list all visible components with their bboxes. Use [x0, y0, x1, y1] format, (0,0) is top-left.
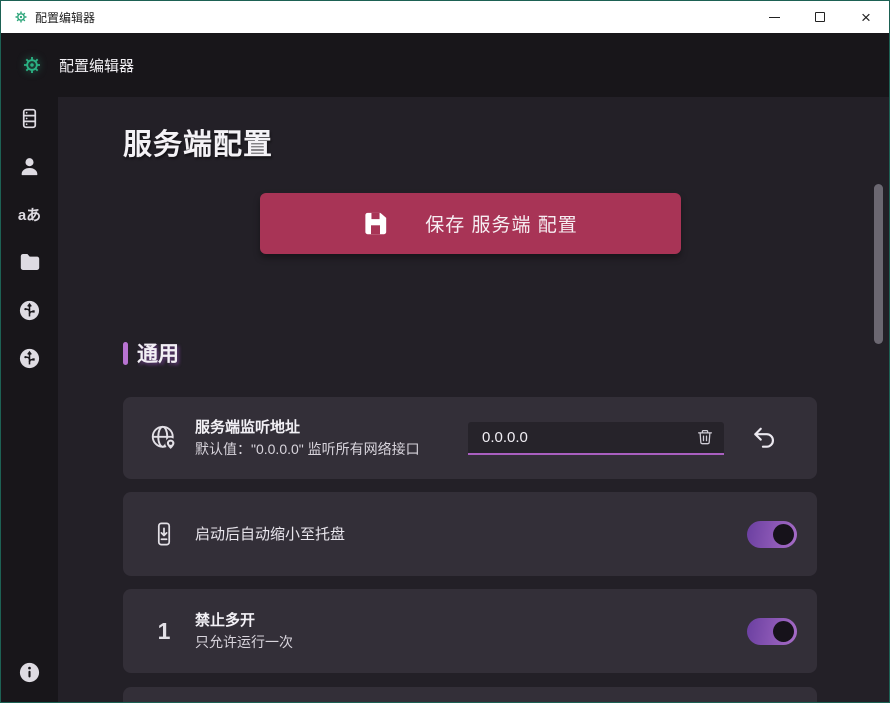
- window-title: 配置编辑器: [35, 9, 95, 26]
- listen-address-input[interactable]: [482, 429, 688, 446]
- globe-location-icon: [147, 423, 181, 453]
- setting-title: 禁止多开: [195, 610, 747, 631]
- toggle-knob: [773, 621, 794, 642]
- scrollbar-thumb[interactable]: [874, 184, 883, 344]
- info-icon: [18, 661, 41, 684]
- user-icon: [18, 155, 41, 178]
- setting-description: 默认值："0.0.0.0" 监听所有网络接口: [195, 439, 468, 459]
- sidebar-item-language[interactable]: aあ: [15, 200, 45, 228]
- app-gear-icon: [13, 10, 28, 25]
- minimize-to-tray-toggle[interactable]: [747, 521, 797, 548]
- clear-input-button[interactable]: [696, 428, 714, 446]
- listen-address-input-group: [468, 422, 724, 455]
- settings-list: 服务端监听地址 默认值："0.0.0.0" 监听所有网络接口: [123, 397, 817, 702]
- header-title: 配置编辑器: [59, 55, 134, 76]
- maximize-button[interactable]: [797, 1, 843, 33]
- sidebar-item-usb-2[interactable]: [15, 344, 45, 372]
- sidebar-item-folder[interactable]: [15, 248, 45, 276]
- setting-card-partial: [123, 687, 817, 702]
- usb-icon: [18, 299, 41, 322]
- close-button[interactable]: ×: [843, 1, 889, 33]
- sidebar: aあ: [1, 97, 58, 702]
- window-controls: ×: [751, 1, 889, 33]
- section-title: 通用: [137, 338, 179, 368]
- setting-description: 只允许运行一次: [195, 632, 747, 652]
- server-icon: [18, 107, 41, 130]
- save-floppy-icon: [362, 210, 389, 237]
- page-title: 服务端配置: [123, 130, 817, 160]
- about-button[interactable]: [15, 658, 45, 686]
- toggle-knob: [773, 524, 794, 545]
- minimize-icon: [769, 17, 780, 18]
- one-icon: 1: [147, 618, 181, 645]
- maximize-icon: [815, 12, 825, 22]
- minimize-button[interactable]: [751, 1, 797, 33]
- minimize-to-tray-icon: [147, 521, 181, 547]
- setting-card-single-instance: 1 禁止多开 只允许运行一次: [123, 589, 817, 673]
- section-general: 通用: [123, 338, 817, 368]
- section-accent-bar: [123, 342, 128, 365]
- close-icon: ×: [861, 9, 871, 26]
- single-instance-toggle[interactable]: [747, 618, 797, 645]
- folder-icon: [18, 250, 42, 274]
- titlebar: 配置编辑器 ×: [1, 1, 889, 33]
- setting-title: 服务端监听地址: [195, 417, 468, 438]
- usb-icon: [18, 347, 41, 370]
- save-button-label: 保存 服务端 配置: [425, 210, 578, 237]
- reset-default-button[interactable]: [751, 425, 777, 451]
- main-panel: 服务端配置 保存 服务端 配置 通用: [58, 97, 889, 702]
- sidebar-item-server[interactable]: [15, 104, 45, 132]
- app-window: 配置编辑器 × 配置编辑器: [0, 0, 890, 703]
- gear-icon: [22, 55, 42, 75]
- save-server-config-button[interactable]: 保存 服务端 配置: [260, 193, 681, 254]
- sidebar-item-user[interactable]: [15, 152, 45, 180]
- sidebar-item-usb-1[interactable]: [15, 296, 45, 324]
- trash-icon: [696, 428, 714, 446]
- app-header: 配置编辑器: [1, 33, 889, 97]
- setting-card-minimize-to-tray: 启动后自动缩小至托盘: [123, 492, 817, 576]
- undo-icon: [751, 425, 777, 451]
- setting-card-listen-address: 服务端监听地址 默认值："0.0.0.0" 监听所有网络接口: [123, 397, 817, 479]
- setting-title: 启动后自动缩小至托盘: [195, 524, 747, 545]
- language-icon: aあ: [18, 204, 41, 225]
